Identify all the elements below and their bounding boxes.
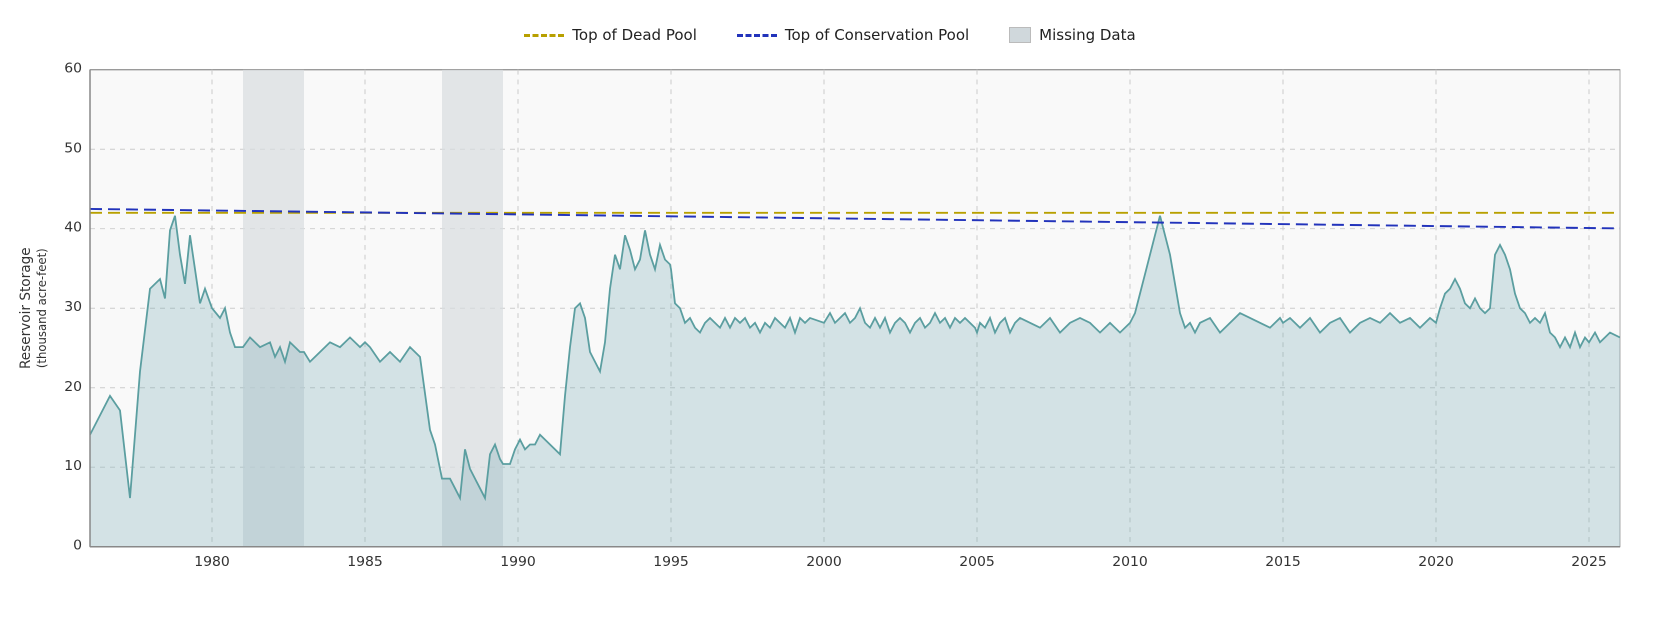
conservation-pool-line-icon — [737, 34, 777, 37]
legend-conservation-pool: Top of Conservation Pool — [737, 26, 969, 44]
svg-text:1980: 1980 — [194, 554, 230, 570]
chart-container: Top of Dead Pool Top of Conservation Poo… — [0, 0, 1680, 630]
svg-text:2015: 2015 — [1265, 554, 1301, 570]
svg-text:10: 10 — [64, 458, 82, 474]
svg-text:40: 40 — [64, 219, 82, 235]
svg-text:2000: 2000 — [806, 554, 842, 570]
svg-text:Reservoir Storage: Reservoir Storage — [18, 247, 34, 369]
missing-data-box-icon — [1009, 27, 1031, 43]
chart-svg: 0 10 20 30 40 50 60 Reservoir Storage (t… — [10, 60, 1650, 610]
missing-data-label: Missing Data — [1039, 26, 1136, 44]
conservation-pool-label: Top of Conservation Pool — [785, 26, 969, 44]
svg-text:50: 50 — [64, 141, 82, 157]
svg-text:2010: 2010 — [1112, 554, 1148, 570]
dead-pool-label: Top of Dead Pool — [572, 26, 697, 44]
svg-text:1985: 1985 — [347, 554, 383, 570]
svg-text:0: 0 — [73, 538, 82, 554]
svg-text:2005: 2005 — [959, 554, 995, 570]
svg-text:1990: 1990 — [500, 554, 536, 570]
svg-text:60: 60 — [64, 61, 82, 77]
legend: Top of Dead Pool Top of Conservation Poo… — [10, 10, 1650, 60]
legend-missing-data: Missing Data — [1009, 26, 1136, 44]
svg-text:30: 30 — [64, 299, 82, 315]
svg-text:1995: 1995 — [653, 554, 689, 570]
dead-pool-line-icon — [524, 34, 564, 37]
svg-text:20: 20 — [64, 379, 82, 395]
svg-text:2020: 2020 — [1418, 554, 1454, 570]
legend-dead-pool: Top of Dead Pool — [524, 26, 697, 44]
svg-text:2025: 2025 — [1571, 554, 1607, 570]
chart-area: 0 10 20 30 40 50 60 Reservoir Storage (t… — [10, 60, 1650, 610]
svg-text:(thousand acre-feet): (thousand acre-feet) — [35, 248, 49, 368]
